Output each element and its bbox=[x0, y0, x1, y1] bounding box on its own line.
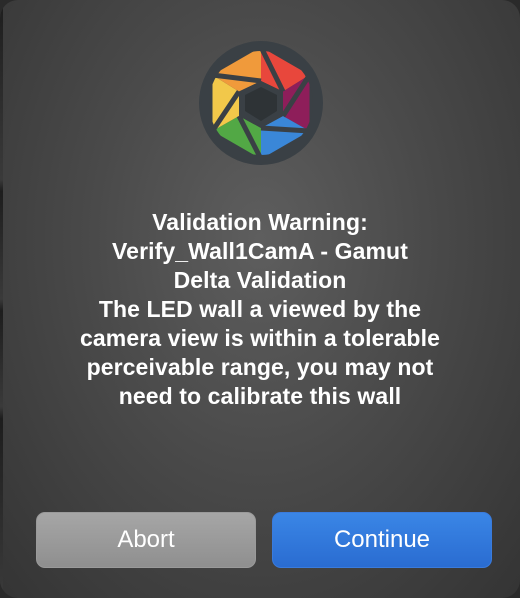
alert-body-line: camera view is within a tolerable bbox=[80, 325, 440, 351]
window-edge bbox=[0, 0, 3, 598]
continue-button[interactable]: Continue bbox=[272, 512, 492, 568]
alert-body-line: perceivable range, you may not bbox=[86, 354, 434, 380]
abort-button[interactable]: Abort bbox=[36, 512, 256, 568]
alert-title-line: Validation Warning: bbox=[152, 209, 368, 235]
alert-title-line: Delta Validation bbox=[173, 267, 347, 293]
alert-dialog: Validation Warning: Verify_Wall1CamA - G… bbox=[0, 0, 520, 598]
alert-title-line: Verify_Wall1CamA - Gamut bbox=[112, 238, 408, 264]
abort-button-label: Abort bbox=[117, 526, 175, 553]
continue-button-label: Continue bbox=[333, 526, 431, 553]
camera-aperture-logo-icon bbox=[199, 41, 323, 165]
alert-message: Validation Warning: Verify_Wall1CamA - G… bbox=[30, 208, 490, 411]
alert-body-line: need to calibrate this wall bbox=[118, 383, 402, 409]
alert-body-line: The LED wall a viewed by the bbox=[98, 296, 422, 322]
